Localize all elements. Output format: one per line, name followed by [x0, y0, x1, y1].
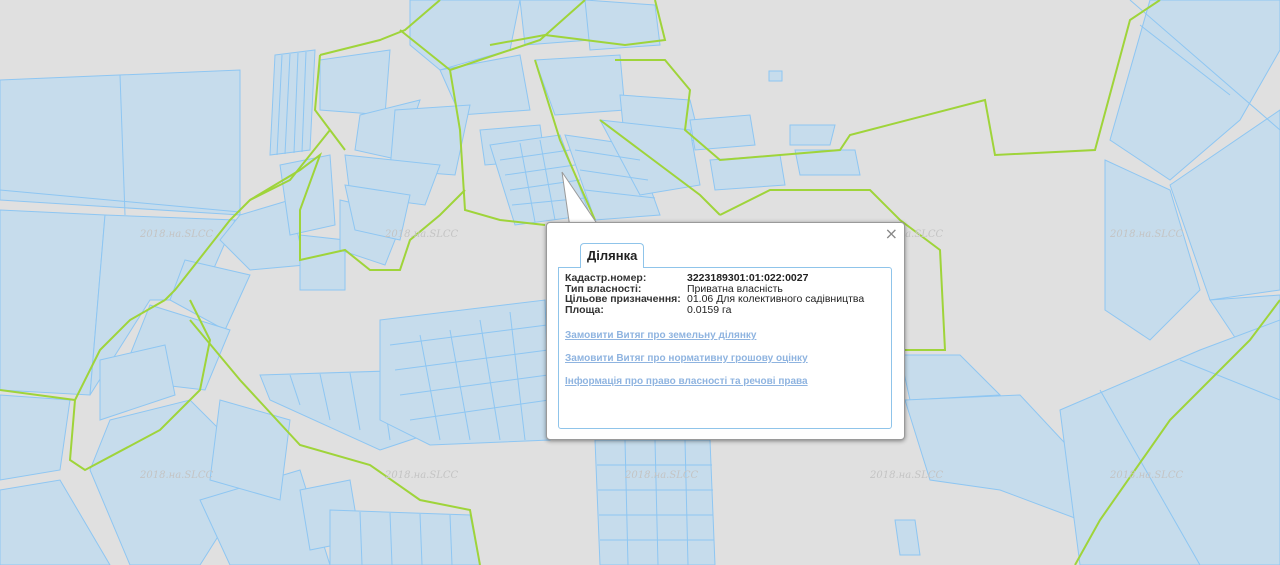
area-value: 0.0159 га: [687, 303, 732, 316]
parcel-info-panel: Кадастр.номер: 3223189301:01:022:0027 Ти…: [558, 267, 892, 429]
watermark-text: 2018.на.SLCC: [139, 229, 213, 240]
cadastral-number-row: Кадастр.номер: 3223189301:01:022:0027: [565, 273, 864, 284]
watermark-text: 2018.на.SLCC: [1109, 229, 1183, 240]
watermark-text: 2018.на.SLCC: [139, 470, 213, 481]
close-icon[interactable]: ×: [885, 226, 898, 242]
tab-parcel[interactable]: Ділянка: [580, 243, 645, 268]
watermark-text: 2018.на.SLCC: [869, 470, 943, 481]
field-label: Цільове призначення:: [565, 293, 681, 305]
cadastral-number-value: 3223189301:01:022:0027: [687, 272, 809, 284]
order-land-extract-link[interactable]: Замовити Витяг про земельну ділянку: [565, 330, 756, 341]
parcel-info-popup: × Ділянка Кадастр.номер: 3223189301:01:0…: [546, 222, 905, 440]
watermark-text: 2018.на.SLCC: [384, 470, 458, 481]
area-row: Площа: 0.0159 га: [565, 303, 864, 316]
purpose-row: Цільове призначення: 01.06 Для колективн…: [565, 294, 864, 305]
ownership-rights-info-link[interactable]: Інформація про право власності та речові…: [565, 376, 808, 387]
watermark-text: 2018.на.SLCC: [1109, 470, 1183, 481]
watermark-text: 2018.на.SLCC: [384, 229, 458, 240]
parcel-attributes: Кадастр.номер: 3223189301:01:022:0027 Ти…: [565, 273, 864, 315]
purpose-value: 01.06 Для колективного садівництва: [687, 293, 865, 305]
field-label: Площа:: [565, 303, 604, 316]
parcels-right: [899, 0, 1280, 565]
watermark-text: 2018.на.SLCC: [624, 470, 698, 481]
order-valuation-extract-link[interactable]: Замовити Витяг про нормативну грошову оц…: [565, 353, 808, 364]
field-label: Кадастр.номер:: [565, 272, 647, 284]
